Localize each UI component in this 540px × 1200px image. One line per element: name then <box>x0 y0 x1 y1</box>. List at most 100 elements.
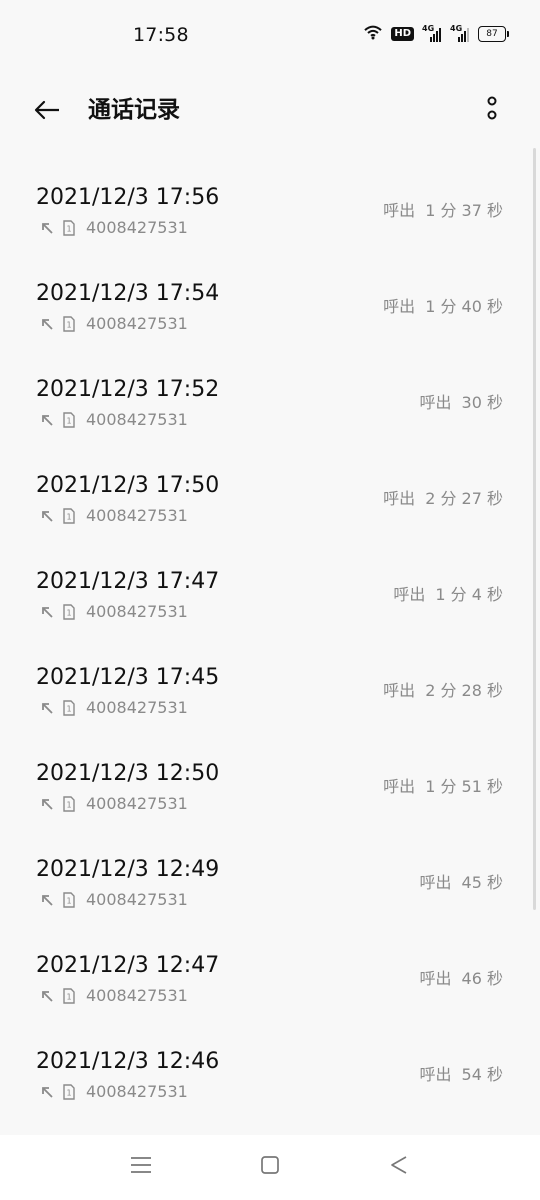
call-number: 4008427531 <box>86 890 188 909</box>
outgoing-call-icon <box>40 701 54 715</box>
call-history-item[interactable]: 2021/12/3 17:52 1 4008427531 呼出 30 秒 <box>0 342 540 438</box>
call-datetime: 2021/12/3 12:46 <box>36 1049 220 1074</box>
battery-icon: 87 <box>478 26 509 42</box>
call-datetime: 2021/12/3 17:50 <box>36 473 220 498</box>
outgoing-call-icon <box>40 605 54 619</box>
outgoing-call-icon <box>40 317 54 331</box>
call-number: 4008427531 <box>86 218 188 237</box>
call-history-item[interactable]: 2021/12/3 17:47 1 4008427531 呼出 1 分 4 秒 <box>0 534 540 630</box>
call-history-item[interactable]: 2021/12/3 17:56 1 4008427531 呼出 1 分 37 秒 <box>0 150 540 246</box>
call-duration: 1 分 40 秒 <box>425 297 503 316</box>
call-subline: 1 4008427531 <box>40 314 188 334</box>
call-history-item[interactable]: 2021/12/3 17:54 1 4008427531 呼出 1 分 40 秒 <box>0 246 540 342</box>
call-type: 呼出 <box>419 393 452 412</box>
call-subline: 1 4008427531 <box>40 218 188 238</box>
call-datetime: 2021/12/3 17:47 <box>36 569 220 594</box>
call-duration: 46 秒 <box>461 969 503 988</box>
hd-icon: HD <box>391 27 414 41</box>
call-datetime: 2021/12/3 12:49 <box>36 857 220 882</box>
call-meta: 呼出 1 分 51 秒 <box>383 776 503 798</box>
call-number: 4008427531 <box>86 410 188 429</box>
call-datetime: 2021/12/3 12:50 <box>36 761 220 786</box>
svg-text:1: 1 <box>66 609 71 618</box>
call-subline: 1 4008427531 <box>40 794 188 814</box>
more-options-button[interactable] <box>480 96 504 126</box>
call-history-item[interactable]: 2021/12/3 17:50 1 4008427531 呼出 2 分 27 秒 <box>0 438 540 534</box>
call-subline: 1 4008427531 <box>40 890 188 910</box>
call-datetime: 2021/12/3 17:56 <box>36 185 220 210</box>
outgoing-call-icon <box>40 797 54 811</box>
sim-card-1-icon: 1 <box>62 700 76 716</box>
call-type: 呼出 <box>383 297 416 316</box>
call-type: 呼出 <box>419 1065 452 1084</box>
call-subline: 1 4008427531 <box>40 506 188 526</box>
call-type: 呼出 <box>419 969 452 988</box>
sim-card-1-icon: 1 <box>62 1084 76 1100</box>
call-history-item[interactable]: 2021/12/3 17:45 1 4008427531 呼出 2 分 28 秒 <box>0 630 540 726</box>
arrow-left-icon <box>34 100 60 124</box>
call-meta: 呼出 46 秒 <box>420 968 503 990</box>
svg-text:1: 1 <box>66 321 71 330</box>
status-bar: 17:58 HD 4G 4G 87 <box>0 0 540 72</box>
call-history-item[interactable]: 2021/12/3 12:47 1 4008427531 呼出 46 秒 <box>0 918 540 1014</box>
wifi-icon <box>363 24 383 44</box>
outgoing-call-icon <box>40 989 54 1003</box>
svg-text:1: 1 <box>66 513 71 522</box>
call-subline: 1 4008427531 <box>40 698 188 718</box>
call-number: 4008427531 <box>86 314 188 333</box>
svg-text:1: 1 <box>66 417 71 426</box>
outgoing-call-icon <box>40 413 54 427</box>
call-type: 呼出 <box>383 489 416 508</box>
call-subline: 1 4008427531 <box>40 1082 188 1102</box>
call-subline: 1 4008427531 <box>40 986 188 1006</box>
menu-button[interactable] <box>129 1155 153 1179</box>
home-square-icon <box>260 1155 280 1179</box>
sim-card-1-icon: 1 <box>62 316 76 332</box>
call-meta: 呼出 45 秒 <box>420 872 503 894</box>
call-meta: 呼出 1 分 40 秒 <box>383 296 503 318</box>
call-duration: 1 分 51 秒 <box>425 777 503 796</box>
sim-card-1-icon: 1 <box>62 508 76 524</box>
call-datetime: 2021/12/3 17:54 <box>36 281 220 306</box>
call-subline: 1 4008427531 <box>40 410 188 430</box>
call-subline: 1 4008427531 <box>40 602 188 622</box>
svg-text:1: 1 <box>66 897 71 906</box>
call-type: 呼出 <box>383 777 416 796</box>
call-history-item[interactable]: 2021/12/3 12:46 1 4008427531 呼出 54 秒 <box>0 1014 540 1110</box>
status-icons: HD 4G 4G 87 <box>363 24 509 44</box>
signal-4g-icon: 4G <box>422 25 442 43</box>
sim-card-1-icon: 1 <box>62 412 76 428</box>
more-vertical-icon <box>485 95 499 127</box>
outgoing-call-icon <box>40 1085 54 1099</box>
status-time: 17:58 <box>133 24 189 46</box>
page-title: 通话记录 <box>88 97 180 123</box>
call-history-item[interactable]: 2021/12/3 12:49 1 4008427531 呼出 45 秒 <box>0 822 540 918</box>
outgoing-call-icon <box>40 509 54 523</box>
call-number: 4008427531 <box>86 794 188 813</box>
call-duration: 2 分 28 秒 <box>425 681 503 700</box>
call-meta: 呼出 2 分 28 秒 <box>383 680 503 702</box>
call-type: 呼出 <box>393 585 426 604</box>
call-duration: 30 秒 <box>461 393 503 412</box>
svg-text:1: 1 <box>66 225 71 234</box>
svg-text:1: 1 <box>66 1089 71 1098</box>
sim-card-1-icon: 1 <box>62 988 76 1004</box>
call-duration: 1 分 4 秒 <box>435 585 503 604</box>
signal-4g-icon-2: 4G <box>450 25 470 43</box>
call-number: 4008427531 <box>86 986 188 1005</box>
call-duration: 54 秒 <box>461 1065 503 1084</box>
call-history-screen: 17:58 HD 4G 4G 87 通话记录 2021/12/3 17:56 1… <box>0 0 540 1200</box>
back-button[interactable] <box>28 94 66 130</box>
call-meta: 呼出 30 秒 <box>420 392 503 414</box>
app-header: 通话记录 <box>0 72 540 152</box>
call-meta: 呼出 1 分 4 秒 <box>393 584 503 606</box>
call-history-item[interactable]: 2021/12/3 12:50 1 4008427531 呼出 1 分 51 秒 <box>0 726 540 822</box>
call-duration: 2 分 27 秒 <box>425 489 503 508</box>
system-back-button[interactable] <box>387 1155 411 1179</box>
home-button[interactable] <box>258 1155 282 1179</box>
call-type: 呼出 <box>419 873 452 892</box>
outgoing-call-icon <box>40 221 54 235</box>
call-duration: 1 分 37 秒 <box>425 201 503 220</box>
call-duration: 45 秒 <box>461 873 503 892</box>
back-triangle-icon <box>389 1155 409 1179</box>
